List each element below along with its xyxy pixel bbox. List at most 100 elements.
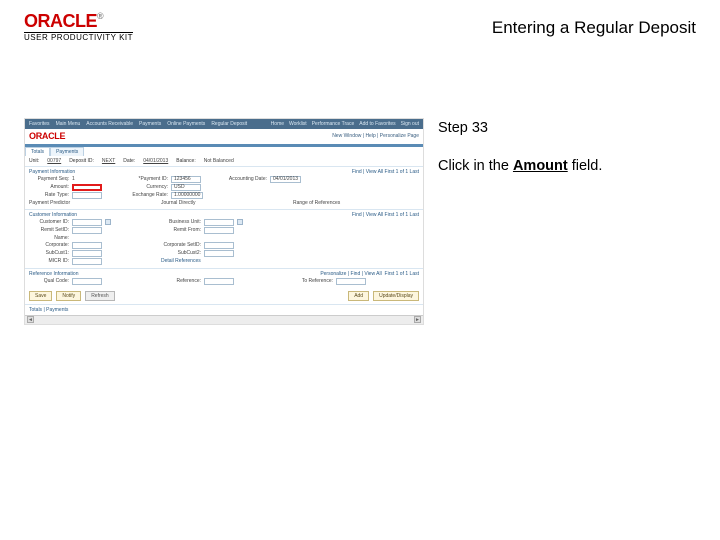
corporate-setid-input[interactable]: [204, 242, 234, 249]
subcust1-input[interactable]: [72, 250, 102, 257]
rate-type-label: Rate Type:: [29, 192, 69, 198]
business-unit-input[interactable]: [204, 219, 234, 226]
topnav-link: Add to Favorites: [359, 121, 395, 127]
scroll-left-icon[interactable]: ◄: [27, 316, 34, 323]
instruction-text: Click in the Amount field.: [438, 158, 696, 174]
corporate-setid-label: Corporate SetID:: [161, 242, 201, 248]
deposit-id-label: Deposit ID:: [69, 158, 94, 164]
payment-seq-value: 1: [72, 176, 75, 182]
refresh-button[interactable]: Refresh: [85, 291, 115, 301]
corporate-label: Corporate:: [29, 242, 69, 248]
section-nav: Find | View All First 1 of 1 Last: [352, 169, 419, 175]
topnav-link: Worklist: [289, 121, 307, 127]
customer-name-label: Name:: [29, 235, 69, 241]
remit-setid-label: Remit SetID:: [29, 227, 69, 233]
action-bar: Save Notify Refresh Add Update/Display: [25, 288, 423, 304]
breadcrumb-item: Main Menu: [56, 121, 81, 127]
scroll-right-icon[interactable]: ►: [414, 316, 421, 323]
horizontal-scrollbar[interactable]: ◄ ►: [25, 315, 423, 324]
payment-predictor-checkbox[interactable]: Payment Predictor: [29, 200, 70, 206]
qual-code-label: Qual Code:: [29, 278, 69, 284]
reference-input[interactable]: [204, 278, 234, 285]
section-title: Customer Information: [29, 212, 77, 218]
product-subtitle: USER PRODUCTIVITY KIT: [24, 32, 133, 42]
unit-label: Unit:: [29, 158, 39, 164]
to-reference-input[interactable]: [336, 278, 366, 285]
filter-row: Unit: 00797 Deposit ID: NEXT Date: 04/01…: [25, 156, 423, 166]
accounting-date-input[interactable]: 04/01/2013: [270, 176, 301, 183]
section-title: Payment Information: [29, 169, 75, 175]
step-label: Step 33: [438, 120, 696, 136]
instruction-panel: Step 33 Click in the Amount field.: [438, 118, 696, 325]
date-label: Date:: [123, 158, 135, 164]
topnav-link: Home: [271, 121, 284, 127]
unit-value: 00797: [47, 158, 61, 164]
subcust2-input[interactable]: [204, 250, 234, 257]
exchange-rate-input[interactable]: 1.00000000: [171, 192, 203, 199]
payment-id-input[interactable]: 123456: [171, 176, 201, 183]
lookup-icon[interactable]: [237, 219, 243, 225]
app-brand-row: ORACLE New Window | Help | Personalize P…: [25, 129, 423, 147]
breadcrumb-item: Online Payments: [167, 121, 205, 127]
remit-setid-input[interactable]: [72, 227, 102, 234]
detail-references-link[interactable]: Detail References: [161, 258, 201, 264]
rate-type-input[interactable]: [72, 192, 102, 199]
app-screenshot: Favorites Main Menu Accounts Receivable …: [24, 118, 424, 325]
oracle-app-logo: ORACLE: [29, 131, 65, 142]
personalize-link[interactable]: Personalize | Find | View All: [320, 271, 381, 277]
micr-id-input[interactable]: [72, 258, 102, 265]
update-display-button[interactable]: Update/Display: [373, 291, 419, 301]
reference-label: Reference:: [161, 278, 201, 284]
section-nav: Find | View All First 1 of 1 Last: [352, 212, 419, 218]
breadcrumb-bar: Favorites Main Menu Accounts Receivable …: [25, 119, 423, 129]
exchange-rate-label: Exchange Rate:: [128, 192, 168, 198]
payment-information-section: Payment Information Find | View All Firs…: [25, 166, 423, 209]
add-button[interactable]: Add: [348, 291, 369, 301]
remit-from-input[interactable]: [204, 227, 234, 234]
payment-id-label: *Payment ID:: [128, 176, 168, 182]
save-button[interactable]: Save: [29, 291, 52, 301]
remit-from-label: Remit From:: [161, 227, 201, 233]
instruction-suffix: field.: [568, 158, 603, 174]
customer-information-section: Customer Information Find | View All Fir…: [25, 209, 423, 268]
micr-id-label: MICR ID:: [29, 258, 69, 264]
tab-payments[interactable]: Payments: [50, 147, 84, 156]
footer-tabs-link[interactable]: Totals | Payments: [29, 307, 68, 313]
subcust1-label: SubCust1:: [29, 250, 69, 256]
brand-block: ORACLE® USER PRODUCTIVITY KIT: [24, 12, 133, 42]
content-area: Favorites Main Menu Accounts Receivable …: [0, 48, 720, 325]
balance-label: Balance:: [176, 158, 195, 164]
page-title: Entering a Regular Deposit: [492, 12, 696, 38]
currency-input[interactable]: USD: [171, 184, 201, 191]
tab-totals[interactable]: Totals: [25, 147, 50, 156]
oracle-logo: ORACLE®: [24, 12, 133, 30]
breadcrumb-item: Accounts Receivable: [86, 121, 133, 127]
accounting-date-label: Accounting Date:: [227, 176, 267, 182]
range-references-checkbox[interactable]: Range of References: [293, 200, 340, 206]
journal-directly-checkbox[interactable]: Journal Directly: [161, 200, 195, 206]
amount-label: Amount:: [29, 184, 69, 190]
record-count: First 1 of 1 Last: [385, 271, 419, 277]
customer-id-input[interactable]: [72, 219, 102, 226]
balance-value: Not Balanced: [204, 158, 234, 164]
business-unit-label: Business Unit:: [161, 219, 201, 225]
to-reference-label: To Reference:: [293, 278, 333, 284]
amount-input[interactable]: [72, 184, 102, 191]
instruction-field-name: Amount: [513, 158, 568, 174]
breadcrumb-item: Regular Deposit: [211, 121, 247, 127]
personalize-links: New Window | Help | Personalize Page: [332, 133, 419, 139]
notify-button[interactable]: Notify: [56, 291, 81, 301]
lookup-icon[interactable]: [105, 219, 111, 225]
qual-code-input[interactable]: [72, 278, 102, 285]
deposit-id-value: NEXT: [102, 158, 115, 164]
corporate-input[interactable]: [72, 242, 102, 249]
page-header: ORACLE® USER PRODUCTIVITY KIT Entering a…: [0, 0, 720, 48]
instruction-prefix: Click in the: [438, 158, 513, 174]
payment-seq-label: Payment Seq:: [29, 176, 69, 182]
topnav-link: Performance Trace: [312, 121, 355, 127]
breadcrumb-item: Favorites: [29, 121, 50, 127]
breadcrumb-item: Payments: [139, 121, 161, 127]
currency-label: Currency:: [128, 184, 168, 190]
customer-id-label: Customer ID:: [29, 219, 69, 225]
section-title: Reference Information: [29, 271, 78, 277]
